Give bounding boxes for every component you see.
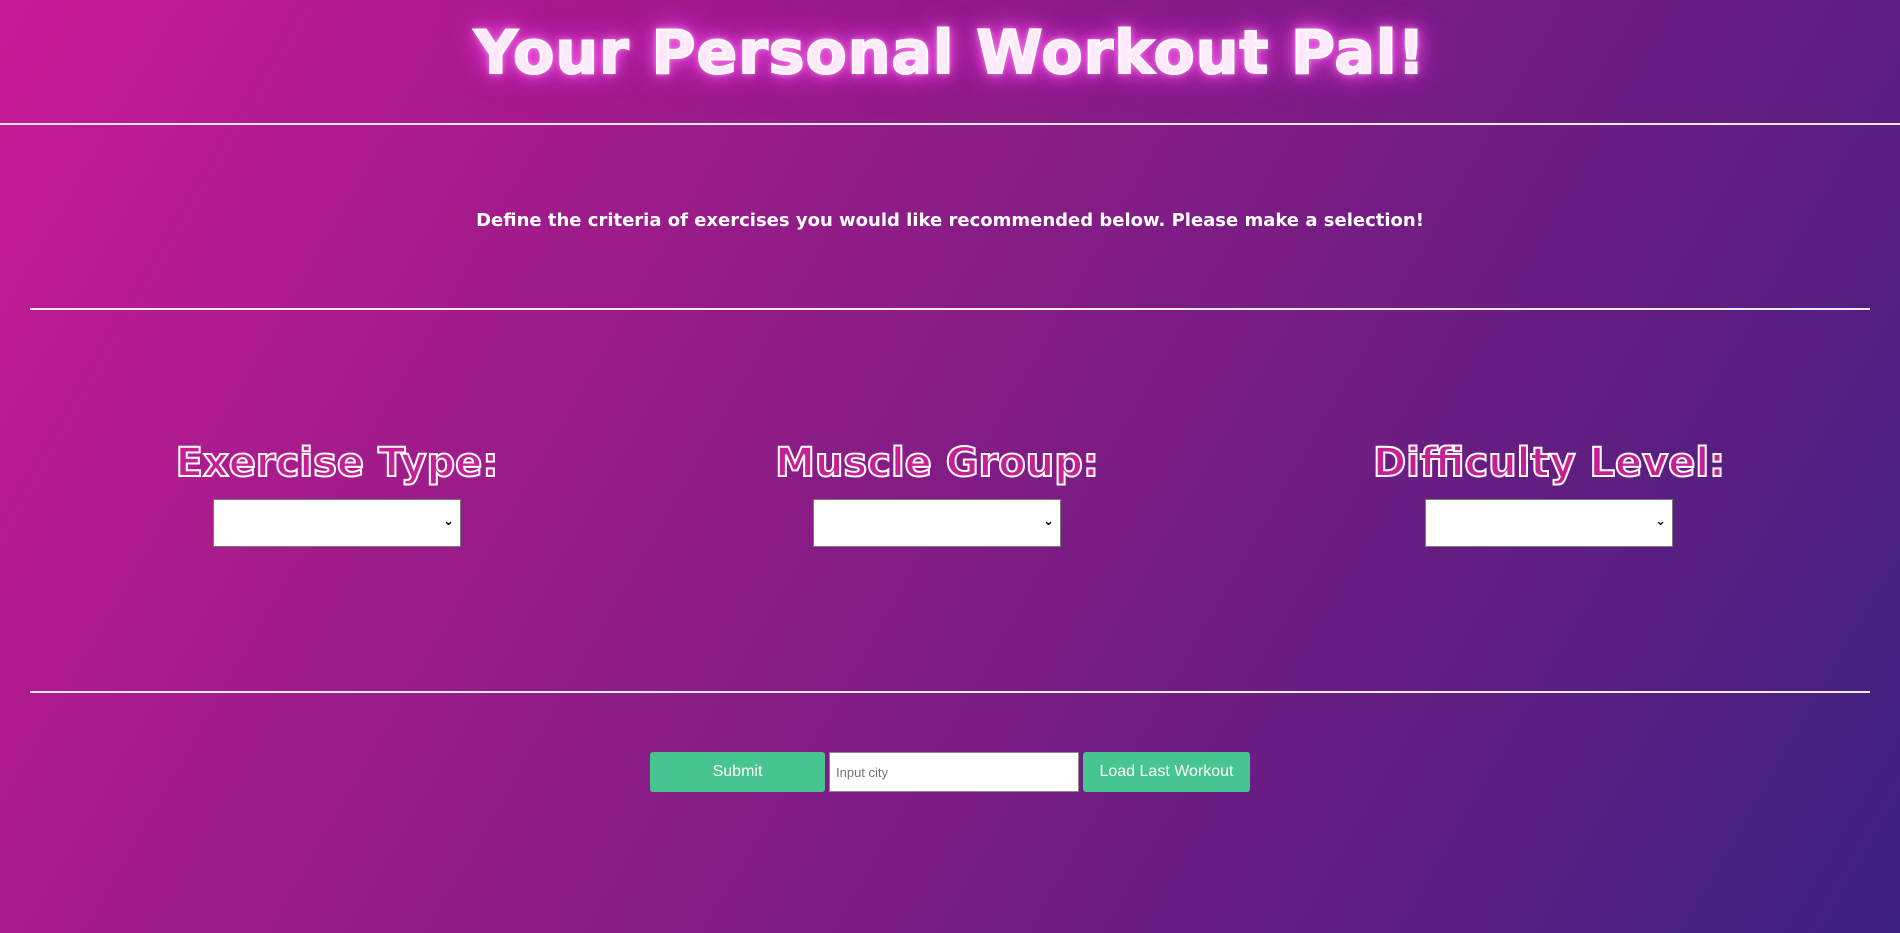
chevron-down-icon: ⌄	[1655, 514, 1666, 529]
muscle-group-group: Muscle Group: ⌄	[727, 437, 1147, 547]
exercise-type-group: Exercise Type: ⌄	[127, 437, 547, 547]
intro-text: Define the criteria of exercises you wou…	[476, 210, 1424, 231]
load-last-workout-button[interactable]: Load Last Workout	[1083, 752, 1250, 792]
divider-top	[30, 308, 1870, 310]
muscle-group-select[interactable]: ⌄	[813, 499, 1061, 547]
page-title: Your Personal Workout Pal!	[473, 17, 1426, 89]
divider-bottom	[30, 691, 1870, 693]
muscle-group-label: Muscle Group:	[774, 439, 1100, 487]
exercise-type-select[interactable]: ⌄	[213, 499, 461, 547]
chevron-down-icon: ⌄	[1043, 514, 1054, 529]
difficulty-level-label: Difficulty Level:	[1372, 439, 1726, 487]
difficulty-level-group: Difficulty Level: ⌄	[1339, 437, 1759, 547]
submit-button[interactable]: Submit	[650, 752, 825, 792]
difficulty-level-select[interactable]: ⌄	[1425, 499, 1673, 547]
chevron-down-icon: ⌄	[443, 514, 454, 529]
city-input[interactable]	[829, 752, 1079, 792]
header: Your Personal Workout Pal!	[0, 0, 1900, 125]
exercise-type-label: Exercise Type:	[175, 439, 500, 487]
